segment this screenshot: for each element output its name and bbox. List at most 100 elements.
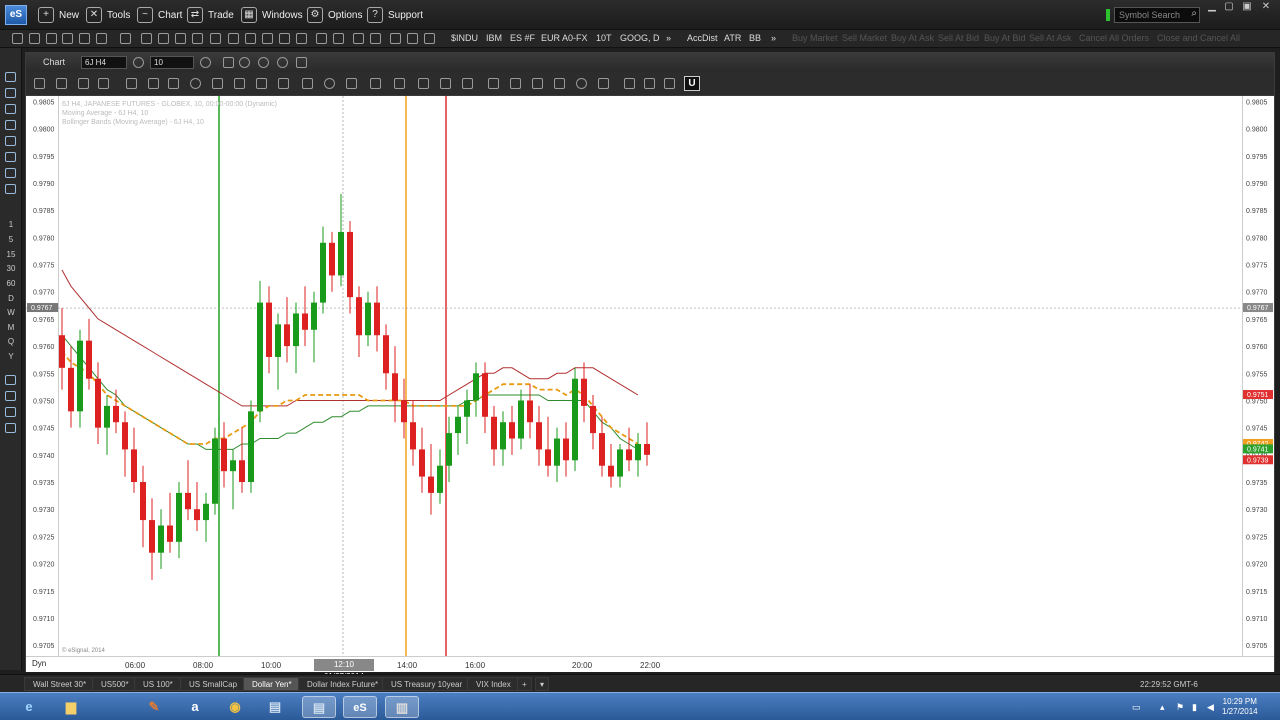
text-tool-icon[interactable] [418,78,429,89]
toolbar-icon[interactable] [407,33,418,44]
chrome-icon[interactable]: ◉ [218,696,252,718]
link-icon[interactable] [133,57,144,68]
toolbar-icon[interactable] [370,33,381,44]
tab-us-treasury-10year[interactable]: US Treasury 10year [382,677,472,691]
bars-icon[interactable] [394,78,405,89]
left-price-axis[interactable] [26,96,59,656]
menu-support[interactable]: ? Support [367,6,423,24]
toolbar-icon[interactable] [333,33,344,44]
interval-yearly[interactable]: Y [0,352,22,361]
symbol-button[interactable]: IBM [486,33,502,43]
toolbar-icon[interactable] [262,33,273,44]
network-icon[interactable]: ▮ [1192,702,1197,713]
anchor-icon[interactable] [462,78,473,89]
buy-at-bid-button[interactable]: Buy At Bid [984,33,1026,43]
interval-60[interactable]: 60 [0,279,22,288]
toolbar-icon[interactable] [279,33,290,44]
triangle-icon[interactable] [256,78,267,89]
tool-icon[interactable] [5,375,16,385]
toolbar-icon[interactable] [424,33,435,44]
menu-windows[interactable]: ▦ Windows [241,6,303,24]
more-symbols-button[interactable]: » [666,33,671,43]
close-icon[interactable]: ✕ [1259,1,1273,12]
interval-30[interactable]: 30 [0,264,22,273]
toolbar-icon[interactable] [228,33,239,44]
minimize-button[interactable]: ▁ [1205,1,1219,12]
menu-chart[interactable]: ~ Chart [137,6,182,24]
symbol-search-input[interactable]: Symbol Search ⌕ [1114,7,1200,23]
buy-at-ask-button[interactable]: Buy At Ask [891,33,934,43]
app-icon[interactable]: ▥ [385,696,419,718]
pencil-icon[interactable] [223,57,234,68]
chart-interval-input[interactable]: 10 [150,56,194,69]
app-icon[interactable]: ▤ [258,696,292,718]
diamond-icon[interactable] [234,78,245,89]
tool-icon[interactable] [5,88,16,98]
sell-at-bid-button[interactable]: Sell At Bid [938,33,979,43]
more-studies-button[interactable]: » [771,33,776,43]
tool-icon[interactable] [5,152,16,162]
magnet-u-button[interactable]: U [684,76,700,91]
interval-daily[interactable]: D [0,294,22,303]
toolbar-icon[interactable] [120,33,131,44]
toolbar-icon[interactable] [192,33,203,44]
ellipse-icon[interactable] [190,78,201,89]
cancel-all-orders-button[interactable]: Cancel All Orders [1079,33,1149,43]
tool-icon[interactable] [5,72,16,82]
tool-icon[interactable] [5,136,16,146]
eraser-icon[interactable] [644,78,655,89]
menu-new[interactable]: + New [38,6,79,24]
tab-us500[interactable]: US500* [92,677,138,691]
tab-dollar-index-future[interactable]: Dollar Index Future* [298,677,388,691]
toolbar-icon[interactable] [158,33,169,44]
app-icon[interactable]: ▤ [302,696,336,718]
right-price-axis[interactable] [1242,96,1274,656]
tab-vix-index[interactable]: VIX Index [467,677,520,691]
freehand-icon[interactable] [98,78,109,89]
toolbar-icon[interactable] [46,33,57,44]
draw-icon[interactable] [296,57,307,68]
toolbar-icon[interactable] [316,33,327,44]
marker-icon[interactable] [440,78,451,89]
stripes-icon[interactable] [554,78,565,89]
toolbar-icon[interactable] [12,33,23,44]
app-logo[interactable]: eS [5,5,27,25]
tab-us-100[interactable]: US 100* [134,677,182,691]
interval-15[interactable]: 15 [0,250,22,259]
symbol-button[interactable]: GOOG, D [620,33,660,43]
tools-app-icon[interactable]: ✎ [137,696,171,718]
toolbar-icon[interactable] [210,33,221,44]
tab-dollar-yen[interactable]: Dollar Yen* [243,677,301,691]
add-tab-button[interactable]: + [517,677,532,691]
study-button[interactable]: BB [749,33,761,43]
keyboard-icon[interactable] [664,78,675,89]
tab-wall-street-30[interactable]: Wall Street 30* [24,677,96,691]
wave-icon[interactable] [624,78,635,89]
gann-icon[interactable] [278,78,289,89]
symbol-button[interactable]: EUR A0-FX [541,33,588,43]
clock-icon[interactable] [200,57,211,68]
toolbar-icon[interactable] [390,33,401,44]
interval-weekly[interactable]: W [0,308,22,317]
tool-icon[interactable] [5,423,16,433]
menu-tools[interactable]: ✕ Tools [86,6,130,24]
toolbar-icon[interactable] [96,33,107,44]
time-axis[interactable]: Dyn 06:00 08:00 10:00 12:10 01/27/2014 1… [26,656,1274,681]
align-icon[interactable] [370,78,381,89]
close-and-cancel-all-button[interactable]: Close and Cancel All [1157,33,1240,43]
study-button[interactable]: AccDist [687,33,718,43]
tab-us-smallcap[interactable]: US SmallCap [180,677,247,691]
search-icon[interactable]: ⌕ [1191,8,1197,19]
refresh-icon[interactable] [239,57,250,68]
show-hidden-icons-icon[interactable]: ▴ [1160,702,1165,713]
study-button[interactable]: ATR [724,33,741,43]
interval-monthly[interactable]: M [0,323,22,332]
interval-5[interactable]: 5 [0,235,22,244]
tool-icon[interactable] [5,104,16,114]
symbol-button[interactable]: ES #F [510,33,535,43]
tool-icon[interactable] [5,407,16,417]
horizontal-line-icon[interactable] [56,78,67,89]
tool-icon[interactable] [5,184,16,194]
brush-icon[interactable] [598,78,609,89]
folder-icon[interactable]: ▆ [54,696,88,718]
